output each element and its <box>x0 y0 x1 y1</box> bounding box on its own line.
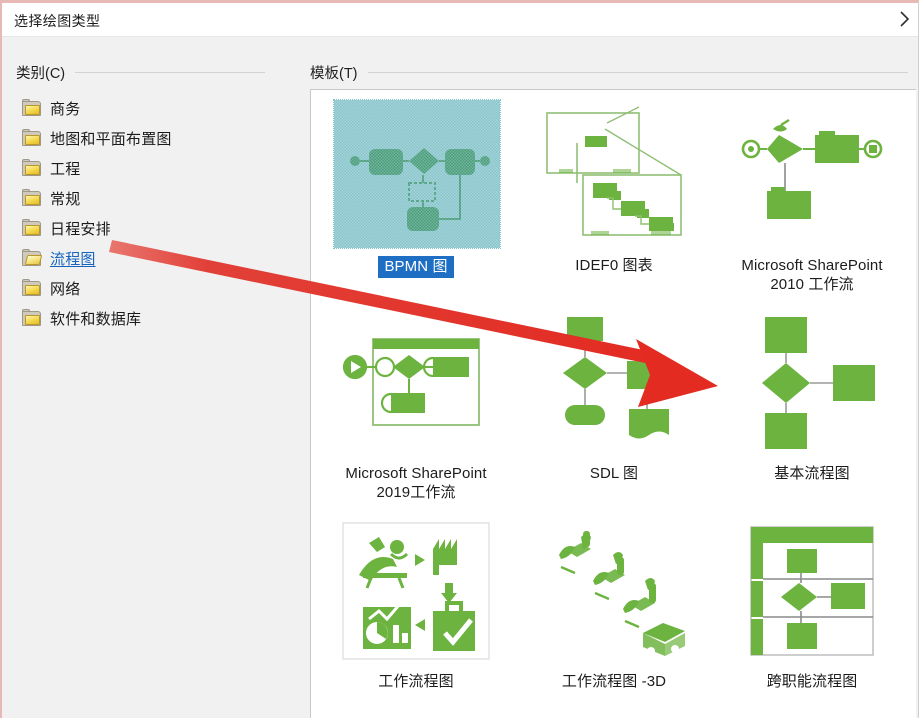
template-group-label: 模板(T) <box>310 62 910 83</box>
select-drawing-type-dialog: 选择绘图类型 类别(C) 模板(T) 商务地图和平面布置图 工程常规日程安排流程图… <box>0 0 919 718</box>
category-list[interactable]: 商务地图和平面布置图 工程常规日程安排流程图网络软件和数据库 <box>12 93 292 713</box>
dialog-body: 类别(C) 模板(T) 商务地图和平面布置图 工程常规日程安排流程图网络软件和数据… <box>2 37 918 718</box>
sidebar-item-4[interactable]: 日程安排 <box>12 213 292 243</box>
template-item-label: SDL 图 <box>589 465 639 482</box>
sidebar-item-label: 工程 <box>50 160 81 178</box>
sidebar-item-label: 地图和平面布置图 <box>50 130 172 148</box>
sidebar-item-label: 流程图 <box>50 250 96 268</box>
sidebar-item-7[interactable]: 软件和数据库 <box>12 303 292 333</box>
sidebar-item-6[interactable]: 网络 <box>12 273 292 303</box>
folder-open-icon <box>22 248 43 266</box>
close-icon[interactable] <box>894 8 916 30</box>
folder-icon <box>22 308 41 326</box>
sidebar-item-2[interactable]: 工程 <box>12 153 292 183</box>
template-item-label: 跨职能流程图 <box>766 673 858 690</box>
cross-functional-thumbnail[interactable] <box>722 516 902 666</box>
template-item-2[interactable]: Microsoft SharePoint 2010 工作流 <box>713 100 911 308</box>
template-item-8[interactable]: 跨职能流程图 <box>713 516 911 718</box>
sidebar-item-0[interactable]: 商务 <box>12 93 292 123</box>
sidebar-item-5[interactable]: 流程图 <box>12 243 292 273</box>
template-group-label-text: 模板(T) <box>310 66 358 82</box>
sidebar-item-label: 常规 <box>50 190 81 208</box>
folder-icon <box>22 158 41 176</box>
template-item-4[interactable]: SDL 图 <box>515 308 713 516</box>
template-item-label: 基本流程图 <box>774 465 850 482</box>
idef0-thumbnail[interactable] <box>524 100 704 250</box>
dialog-title: 选择绘图类型 <box>14 13 101 29</box>
sidebar-item-3[interactable]: 常规 <box>12 183 292 213</box>
template-item-5[interactable]: 基本流程图 <box>713 308 911 516</box>
template-item-label: IDEF0 图表 <box>575 257 653 274</box>
workflow-3d-thumbnail[interactable] <box>524 516 704 666</box>
template-item-label: Microsoft SharePoint 2019工作流 <box>345 465 487 502</box>
template-panel[interactable]: BPMN 图 IDEF0 图表 Microsoft SharePoint 201… <box>310 89 916 718</box>
template-item-3[interactable]: Microsoft SharePoint 2019工作流 <box>317 308 515 516</box>
template-item-0[interactable]: BPMN 图 <box>317 99 515 308</box>
template-grid: BPMN 图 IDEF0 图表 Microsoft SharePoint 201… <box>311 90 916 718</box>
sdl-thumbnail[interactable] <box>524 308 704 458</box>
sidebar-item-label: 日程安排 <box>50 220 111 238</box>
sidebar-item-1[interactable]: 地图和平面布置图 <box>12 123 292 153</box>
template-item-label: 工作流程图 -3D <box>561 673 667 690</box>
dialog-titlebar: 选择绘图类型 <box>2 3 918 37</box>
template-item-label: Microsoft SharePoint 2010 工作流 <box>741 257 883 294</box>
sidebar-item-label: 软件和数据库 <box>50 310 142 328</box>
bpmn-thumbnail[interactable] <box>326 99 506 250</box>
category-group-label-text: 类别(C) <box>16 66 66 82</box>
folder-icon <box>22 188 41 206</box>
category-group-label: 类别(C) <box>16 62 286 83</box>
template-item-label: 工作流程图 <box>378 673 454 690</box>
sidebar-item-label: 网络 <box>50 280 81 298</box>
sharepoint-2010-thumbnail[interactable] <box>722 100 902 250</box>
template-item-1[interactable]: IDEF0 图表 <box>515 100 713 308</box>
template-item-7[interactable]: 工作流程图 -3D <box>515 516 713 718</box>
sidebar-item-label: 商务 <box>50 100 81 118</box>
basic-flowchart-thumbnail[interactable] <box>722 308 902 458</box>
folder-icon <box>22 128 41 146</box>
folder-icon <box>22 278 41 296</box>
folder-icon <box>22 218 41 236</box>
template-label-rule <box>367 72 908 73</box>
category-label-rule <box>75 72 266 73</box>
template-item-label: BPMN 图 <box>378 256 454 279</box>
template-item-6[interactable]: 工作流程图 <box>317 516 515 718</box>
sharepoint-2019-thumbnail[interactable] <box>326 308 506 458</box>
folder-icon <box>22 98 41 116</box>
workflow-thumbnail[interactable] <box>326 516 506 666</box>
